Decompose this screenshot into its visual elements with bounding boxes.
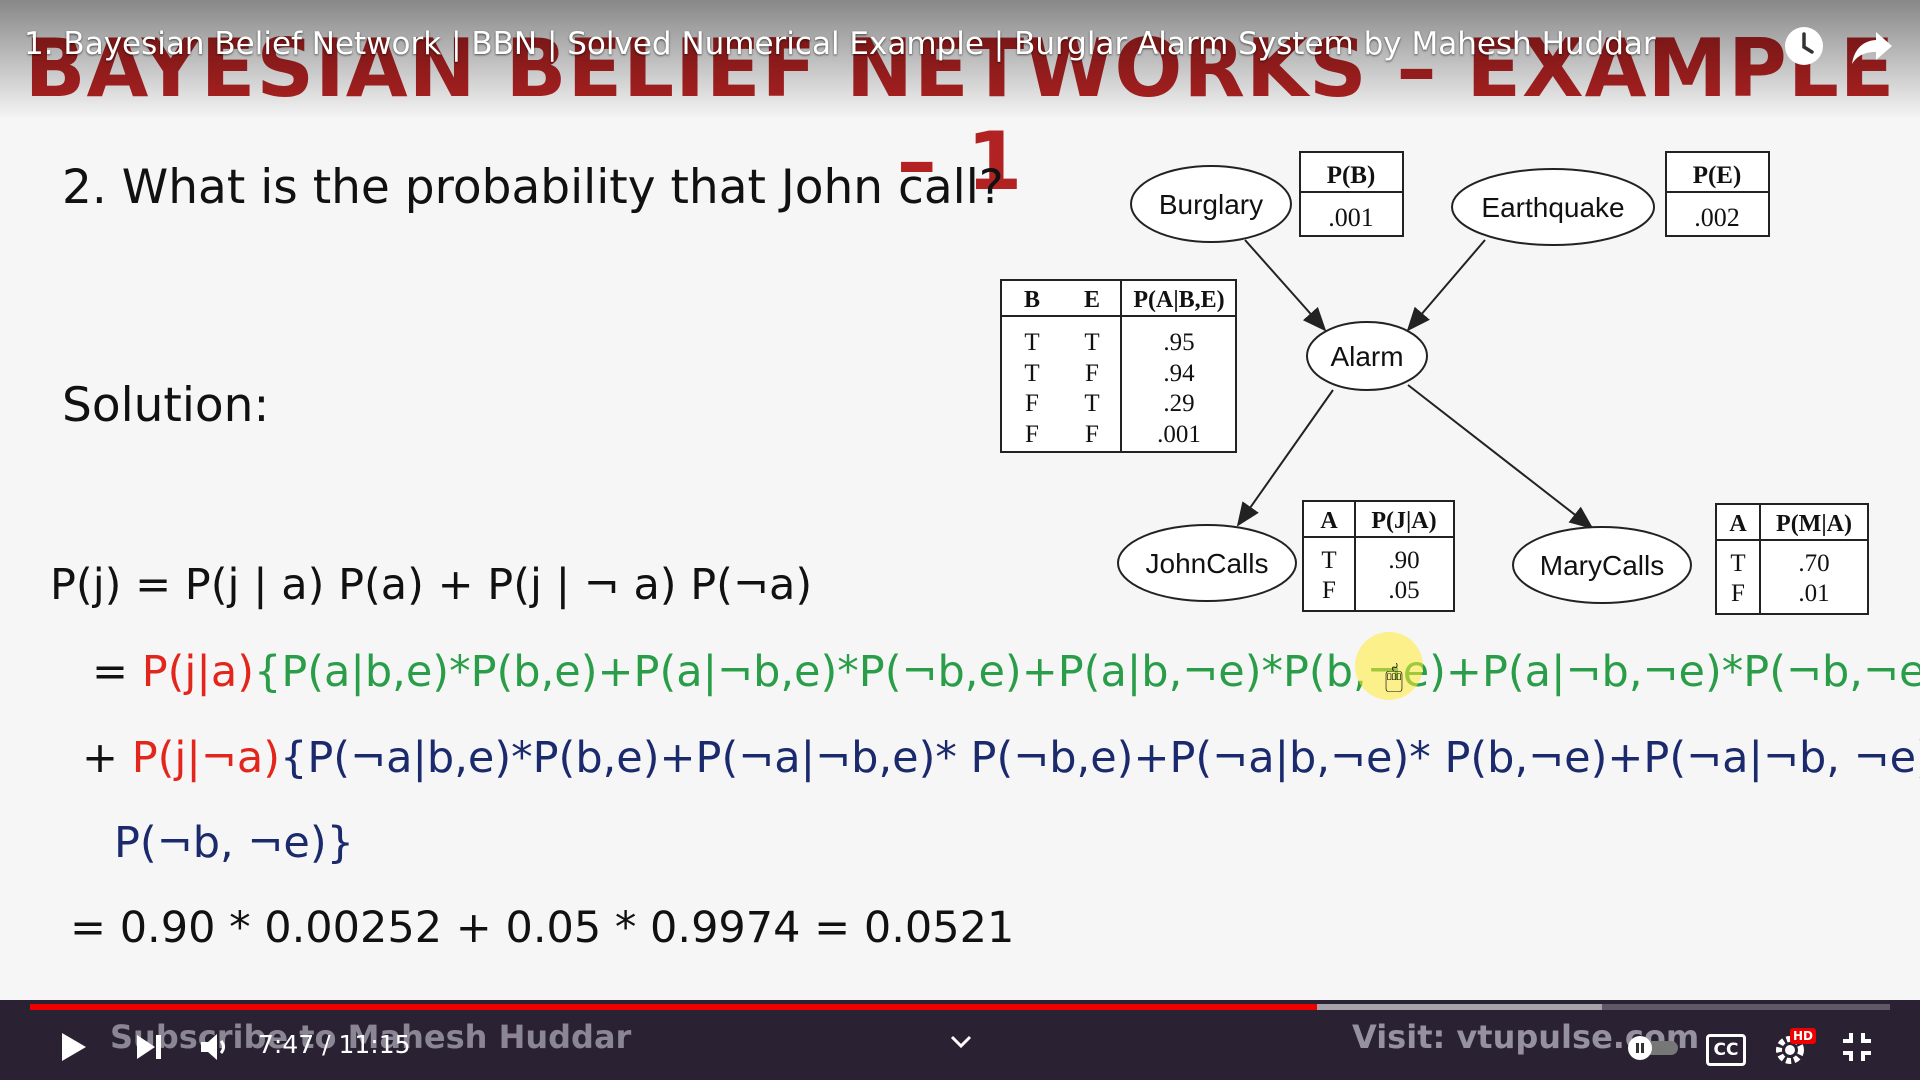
equation-result: = 0.90 * 0.00252 + 0.05 * 0.9974 = 0.052… [70,903,1015,953]
mary-cpt-cell: .01 [1798,580,1829,607]
share-icon[interactable] [1850,24,1894,68]
alarm-cpt-cell: .001 [1157,421,1201,448]
eq2-green-term: {P(a|b,e)*P(b,e)+P(a|¬b,e)*P(¬b,e)+P(a|b… [253,647,1920,697]
edge-burglary-alarm [1244,239,1327,332]
table-pb: P(B) .001 [1299,151,1404,237]
table-pe: P(E) .002 [1665,151,1770,237]
question-text: 2. What is the probability that John cal… [62,160,1004,215]
alarm-cpt-cell: F [1025,390,1039,417]
play-icon[interactable] [56,1030,90,1068]
gear-icon[interactable]: HD [1772,1028,1817,1072]
alarm-cpt-cell: .95 [1163,329,1194,356]
node-label-alarm: Alarm [1330,341,1403,372]
alarm-cpt-cell: .94 [1163,360,1195,387]
solution-label: Solution: [62,378,270,433]
node-marycalls: MaryCalls [1512,526,1692,604]
bayesian-network-diagram: Burglary Earthquake Alarm JohnCalls Mary… [1000,151,1869,615]
node-alarm: Alarm [1306,321,1428,391]
time-separator: / [314,1030,339,1059]
alarm-cpt-cell: T [1084,329,1099,356]
pe-header: P(E) [1693,162,1742,189]
alarm-cpt-cell: F [1085,360,1099,387]
mary-cpt-header-p: P(M|A) [1776,511,1852,537]
hd-badge: HD [1790,1028,1817,1044]
clock-icon[interactable] [1782,24,1826,68]
alarm-cpt-header-e: E [1084,287,1100,313]
mary-cpt-cell: .70 [1798,550,1829,577]
eq3-prefix: + [82,733,132,783]
node-label-mary: MaryCalls [1540,550,1664,581]
node-label-john: JohnCalls [1146,548,1269,579]
john-cpt-cell: T [1321,547,1336,574]
progress-bar[interactable] [30,1004,1890,1010]
node-earthquake: Earthquake [1451,168,1655,246]
autoplay-toggle[interactable] [1626,1034,1682,1066]
video-frame[interactable]: BAYESIAN BELIEF NETWORKS – EXAMPLE – 1 2… [0,0,1920,1000]
alarm-cpt-cell: F [1085,421,1099,448]
mary-cpt-cell: F [1731,580,1745,607]
alarm-cpt-header-p: P(A|B,E) [1133,287,1224,313]
alarm-cpt-cell: T [1024,360,1039,387]
eq3-navy-term: {P(¬a|b,e)*P(b,e)+P(¬a|¬b,e)* P(¬b,e)+P(… [280,733,1920,783]
alarm-cpt-cell: T [1084,390,1099,417]
pb-value: .001 [1328,203,1374,232]
alarm-cpt-cell: T [1024,329,1039,356]
mouse-cursor-icon: 🖱 [1385,660,1403,695]
node-label-earthquake: Earthquake [1481,192,1624,223]
john-cpt-header-a: A [1320,508,1338,534]
pe-value: .002 [1694,203,1740,232]
john-cpt-cell: .90 [1388,547,1419,574]
time-total: 11:15 [338,1030,411,1059]
table-alarm-cpt: B E P(A|B,E) T T .95 T F .94 F T .29 F F… [1000,279,1237,453]
node-burglary: Burglary [1130,165,1292,243]
table-john-cpt: A P(J|A) T .90 F .05 [1302,500,1455,612]
volume-icon[interactable] [198,1030,232,1068]
mary-cpt-header-a: A [1729,511,1747,537]
equation-line-1: P(j) = P(j | a) P(a) + P(j | ¬ a) P(¬a) [50,560,813,610]
eq2-red-term: P(j|a) [141,647,254,697]
alarm-cpt-header-b: B [1024,287,1040,313]
mary-cpt-cell: T [1730,550,1745,577]
node-johncalls: JohnCalls [1117,524,1297,602]
pb-header: P(B) [1327,162,1376,189]
eq3-red-term: P(j|¬a) [131,733,280,783]
alarm-cpt-cell: F [1025,421,1039,448]
cc-icon[interactable]: CC [1706,1034,1746,1066]
eq2-prefix: = [92,647,142,697]
exit-fullscreen-icon[interactable] [1840,1030,1874,1068]
alarm-cpt-cell: .29 [1163,390,1194,417]
time-current: 7:47 [258,1030,315,1059]
next-icon[interactable] [134,1032,164,1066]
progress-played [30,1004,1318,1010]
equation-line-4: P(¬b, ¬e)} [114,818,354,868]
equation-line-3: + P(j|¬a){P(¬a|b,e)*P(b,e)+P(¬a|¬b,e)* P… [82,733,1920,783]
chevron-down-icon[interactable] [948,1032,974,1056]
edge-earthquake-alarm [1406,239,1486,332]
table-mary-cpt: A P(M|A) T .70 F .01 [1715,503,1869,615]
time-display: 7:47 / 11:15 [258,1030,411,1059]
equation-line-2: = P(j|a){P(a|b,e)*P(b,e)+P(a|¬b,e)*P(¬b,… [92,647,1920,697]
john-cpt-cell: F [1322,577,1336,604]
john-cpt-cell: .05 [1388,577,1419,604]
video-title[interactable]: 1. Bayesian Belief Network | BBN | Solve… [24,26,1656,62]
john-cpt-header-p: P(J|A) [1371,508,1436,534]
node-label-burglary: Burglary [1159,189,1263,220]
